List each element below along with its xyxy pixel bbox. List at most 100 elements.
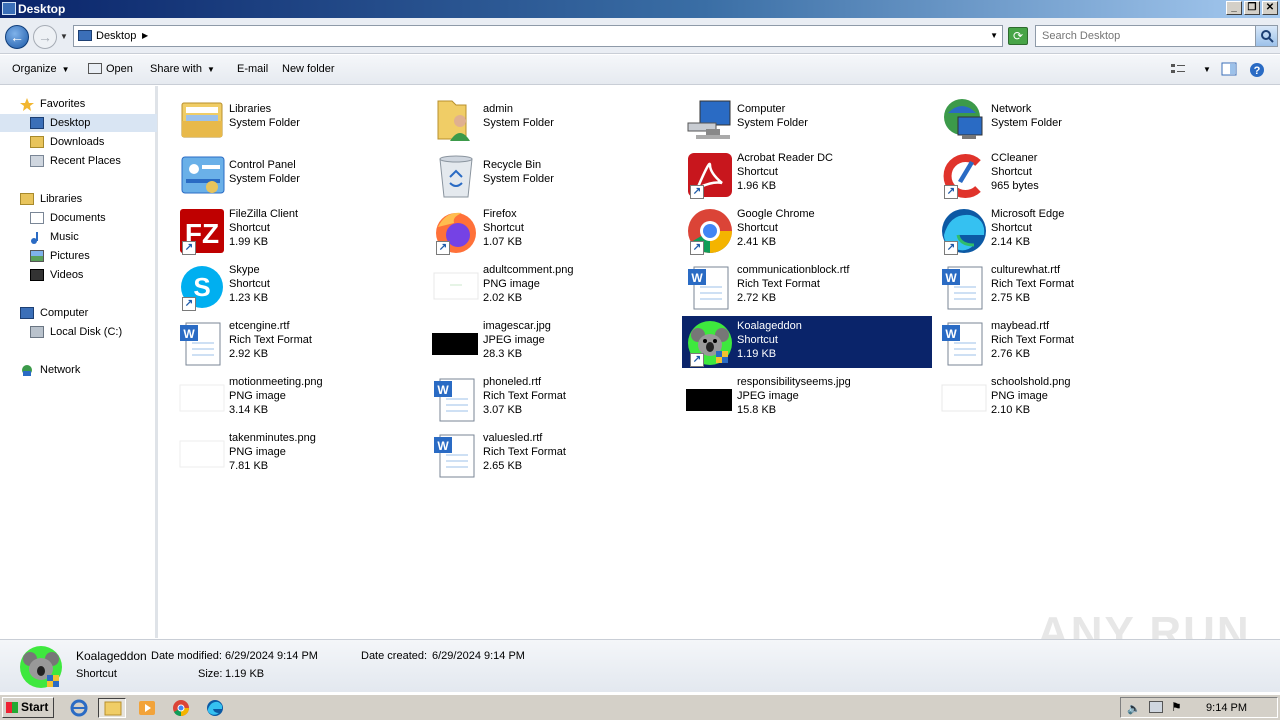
email-button[interactable]: E-mail (237, 63, 268, 75)
recent-pages-dropdown[interactable]: ▼ (60, 32, 68, 41)
address-bar[interactable]: Desktop ▶ ▼ (73, 25, 1003, 47)
nav-videos-label: Videos (50, 269, 84, 281)
item-koalageddon[interactable]: ↗ Koalageddon Shortcut 1.19 KB (682, 316, 932, 368)
item-type: PNG image (229, 446, 286, 458)
nav-favorites[interactable]: Favorites (0, 95, 157, 113)
item-culturewhat-rtf[interactable]: W culturewhat.rtf Rich Text Format 2.75 … (936, 260, 1186, 312)
minimize-button[interactable]: _ (1226, 1, 1242, 15)
svg-text:W: W (945, 271, 957, 285)
file-list: Libraries System Folder admin System Fol… (161, 86, 1280, 638)
explorer-taskbar-button[interactable] (98, 698, 126, 718)
item-skype[interactable]: S ↗ Skype Shortcut 1.23 KB (174, 260, 424, 312)
item-google-chrome[interactable]: ↗ Google Chrome Shortcut 2.41 KB (682, 204, 932, 256)
edge-icon[interactable] (204, 698, 226, 718)
nav-documents[interactable]: Documents (0, 209, 157, 227)
nav-local-disk-label: Local Disk (C:) (50, 326, 123, 338)
nav-videos[interactable]: Videos (0, 266, 157, 284)
item-libraries[interactable]: Libraries System Folder (174, 92, 424, 144)
windows-logo-icon (6, 702, 18, 713)
network-globe-icon (940, 95, 988, 143)
forward-button[interactable]: → (33, 25, 57, 49)
restore-button[interactable]: ❐ (1244, 1, 1260, 15)
details-size: 1.19 KB (225, 668, 265, 680)
item-type: Rich Text Format (737, 278, 820, 290)
item-type: JPEG image (483, 334, 545, 346)
item-computer[interactable]: Computer System Folder (682, 92, 932, 144)
breadcrumb-desktop[interactable]: Desktop (96, 30, 136, 42)
preview-pane-icon[interactable] (1221, 62, 1239, 78)
organize-label: Organize (12, 63, 57, 75)
network-tray-icon[interactable] (1149, 701, 1163, 713)
png-thumbnail-icon (432, 263, 480, 311)
nav-music[interactable]: Music (0, 228, 157, 246)
open-button[interactable]: Open (88, 63, 133, 75)
item-etcengine-rtf[interactable]: W etcengine.rtf Rich Text Format 2.92 KB (174, 316, 424, 368)
item-filezilla-client[interactable]: FZ ↗ FileZilla Client Shortcut 1.99 KB (174, 204, 424, 256)
search-input[interactable] (1036, 26, 1254, 46)
item-name: responsibilityseems.jpg (737, 376, 851, 388)
item-name: admin (483, 103, 513, 115)
item-takenminutes-png[interactable]: takenminutes.png PNG image 7.81 KB (174, 428, 424, 480)
item-phoneled-rtf[interactable]: W phoneled.rtf Rich Text Format 3.07 KB (428, 372, 678, 424)
item-maybead-rtf[interactable]: W maybead.rtf Rich Text Format 2.76 KB (936, 316, 1186, 368)
item-schoolshold-png[interactable]: schoolshold.png PNG image 2.10 KB (936, 372, 1186, 424)
item-admin[interactable]: admin System Folder (428, 92, 678, 144)
libraries-icon (20, 193, 34, 205)
item-type: Shortcut (483, 222, 524, 234)
item-imagescar-jpg[interactable]: imagescar.jpg JPEG image 28.3 KB (428, 316, 678, 368)
item-control-panel[interactable]: Control Panel System Folder (174, 148, 424, 200)
internet-explorer-icon[interactable] (68, 698, 90, 718)
nav-computer[interactable]: Computer (0, 304, 157, 322)
item-size: 2.72 KB (737, 292, 777, 304)
item-communicationblock-rtf[interactable]: W communicationblock.rtf Rich Text Forma… (682, 260, 932, 312)
nav-pictures[interactable]: Pictures (0, 247, 157, 265)
media-player-icon[interactable] (136, 698, 158, 718)
volume-icon[interactable]: 🔈 (1127, 702, 1141, 715)
start-button[interactable]: Start (2, 697, 54, 718)
firefox-icon: ↗ (432, 207, 480, 255)
new-folder-button[interactable]: New folder (282, 63, 335, 75)
item-name: Network (991, 103, 1032, 115)
clock[interactable]: 9:14 PM (1206, 702, 1247, 714)
navigation-pane: Favorites Desktop Downloads Recent Place… (0, 86, 158, 638)
nav-libraries[interactable]: Libraries (0, 190, 157, 208)
chrome-icon[interactable] (170, 698, 192, 718)
view-options-dropdown[interactable]: ▼ (1198, 63, 1211, 75)
details-date-modified: 6/29/2024 9:14 PM (225, 650, 318, 662)
nav-recent-places[interactable]: Recent Places (0, 152, 157, 170)
search-icon[interactable] (1255, 26, 1277, 46)
help-icon[interactable]: ? (1249, 62, 1267, 78)
nav-network[interactable]: Network (0, 361, 157, 379)
item-type: Shortcut (737, 222, 778, 234)
png-thumbnail-icon (178, 431, 226, 479)
ccleaner-icon: ↗ (940, 151, 988, 199)
breadcrumb-arrow-icon[interactable]: ▶ (142, 31, 148, 40)
back-button[interactable]: ← (5, 25, 29, 49)
item-acrobat-reader-dc[interactable]: ↗ Acrobat Reader DC Shortcut 1.96 KB (682, 148, 932, 200)
nav-desktop[interactable]: Desktop (0, 114, 157, 132)
item-ccleaner[interactable]: ↗ CCleaner Shortcut 965 bytes (936, 148, 1186, 200)
address-dropdown-icon[interactable]: ▼ (990, 31, 998, 40)
nav-downloads[interactable]: Downloads (0, 133, 157, 151)
documents-icon (30, 212, 44, 224)
item-firefox[interactable]: ↗ Firefox Shortcut 1.07 KB (428, 204, 678, 256)
item-recycle-bin[interactable]: Recycle Bin System Folder (428, 148, 678, 200)
item-motionmeeting-png[interactable]: motionmeeting.png PNG image 3.14 KB (174, 372, 424, 424)
share-with-button[interactable]: Share with ▼ (150, 63, 215, 75)
details-date-created: 6/29/2024 9:14 PM (432, 650, 525, 662)
item-responsibilityseems-jpg[interactable]: responsibilityseems.jpg JPEG image 15.8 … (682, 372, 932, 424)
organize-button[interactable]: Organize ▼ (12, 63, 70, 75)
item-adultcomment-png[interactable]: adultcomment.png PNG image 2.02 KB (428, 260, 678, 312)
item-name: culturewhat.rtf (991, 264, 1061, 276)
action-center-flag-icon[interactable]: ⚑ (1171, 700, 1182, 714)
nav-local-disk[interactable]: Local Disk (C:) (0, 323, 157, 341)
refresh-button[interactable]: ⟳ (1008, 27, 1028, 45)
address-row: ← → ▼ Desktop ▶ ▼ ⟳ (0, 18, 1280, 54)
item-type: System Folder (737, 117, 808, 129)
item-microsoft-edge[interactable]: ↗ Microsoft Edge Shortcut 2.14 KB (936, 204, 1186, 256)
svg-text:W: W (183, 327, 195, 341)
item-valuesled-rtf[interactable]: W valuesled.rtf Rich Text Format 2.65 KB (428, 428, 678, 480)
change-view-icon[interactable] (1170, 62, 1188, 78)
item-network[interactable]: Network System Folder (936, 92, 1186, 144)
close-button[interactable]: ✕ (1262, 1, 1278, 15)
